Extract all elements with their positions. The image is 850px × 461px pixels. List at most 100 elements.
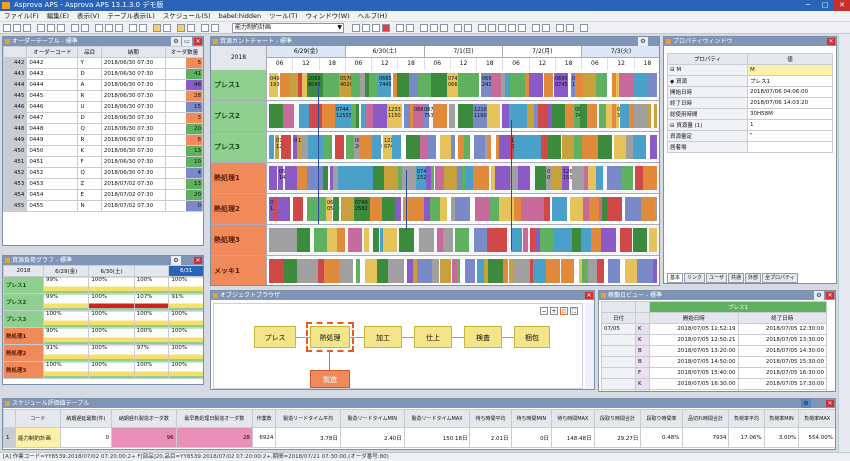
node-finishing[interactable]: 仕上 <box>414 326 452 348</box>
table-row[interactable]: K2018/07/05 17:00:002018/07/05 18:30:00 <box>601 389 827 391</box>
table-row[interactable]: 455 0455 N 2018/07/02 07:30 0 <box>3 200 203 212</box>
operation-bar[interactable] <box>372 135 381 159</box>
load-cell[interactable]: 100% <box>88 327 135 345</box>
kpi-cell[interactable]: 7934 <box>681 427 730 448</box>
gantt-timescale[interactable]: 6/29(金) 6/30(土) 7/1(日) 7/2(月) 7/3(火) 06 12 18 06… <box>267 46 659 70</box>
operation-bar[interactable] <box>535 166 546 190</box>
kpi-cell[interactable]: 148.48日 <box>551 427 595 448</box>
zoom-out-icon[interactable]: − <box>540 307 548 315</box>
menu-view[interactable]: 表示(V) <box>77 11 100 21</box>
operation-bar[interactable] <box>402 166 416 190</box>
gantt-row[interactable]: 熱処理20745 12100655 05400749 2582 <box>211 194 659 225</box>
kpi-cell[interactable]: 17.06% <box>728 427 765 448</box>
operation-bar[interactable] <box>466 73 479 97</box>
due-date-cell[interactable]: 2018/07/02 07:30 <box>100 178 166 190</box>
property-value[interactable] <box>747 141 833 153</box>
menu-table-view[interactable]: テーブル表示(L) <box>108 11 155 21</box>
due-date-cell[interactable]: 2018/06/30 07:30 <box>100 57 166 69</box>
table-row[interactable]: 452 0452 Q 2018/06/30 07:30 4 <box>3 167 203 179</box>
qty-cell[interactable]: 0 <box>164 200 203 212</box>
table-row[interactable]: 449 0449 R 2018/06/30 07:30 8 <box>3 134 203 146</box>
operation-bar[interactable] <box>588 166 596 190</box>
load-row[interactable]: プレス1 99% 100% 100% 100% <box>3 276 203 294</box>
order-code-cell[interactable]: 0445 <box>26 90 79 102</box>
kpi-cell[interactable]: 96 <box>111 427 177 448</box>
operation-bar[interactable] <box>269 104 283 128</box>
gantt-row[interactable]: プレス30745 1245074511650820 2056 05431215 … <box>211 132 659 163</box>
operation-bar[interactable] <box>495 166 510 190</box>
help-icon[interactable] <box>580 24 588 32</box>
operation-bar[interactable] <box>290 73 298 97</box>
filter-icon[interactable] <box>187 24 195 32</box>
operation-bar[interactable] <box>356 104 359 128</box>
operation-bar[interactable] <box>598 135 612 159</box>
node-packing[interactable]: 梱包 <box>514 326 550 348</box>
operation-bar[interactable] <box>432 259 439 283</box>
operation-bar[interactable] <box>552 104 565 128</box>
operation-bar[interactable] <box>338 166 345 190</box>
operation-bar[interactable] <box>373 166 384 190</box>
due-date-cell[interactable]: 2018/06/30 07:30 <box>100 134 166 146</box>
property-row[interactable]: ⊟ MM <box>667 64 833 76</box>
workday-start[interactable]: 2018/07/05 12:50:21 <box>649 334 739 346</box>
operation-bar[interactable] <box>341 197 354 221</box>
load-cell[interactable]: 97% <box>133 344 170 362</box>
operation-bar[interactable] <box>346 135 354 159</box>
operation-bar[interactable] <box>474 135 485 159</box>
zoom-in-icon[interactable] <box>129 24 137 32</box>
arrow-icon[interactable] <box>352 24 360 32</box>
operation-bar[interactable] <box>514 197 521 221</box>
operation-bar[interactable] <box>543 228 553 252</box>
due-date-cell[interactable]: 2018/06/30 07:30 <box>100 167 166 179</box>
gantt-date-header[interactable]: 6/30(土) <box>345 46 425 58</box>
qty-cell[interactable]: 28 <box>164 90 203 102</box>
operation-bar[interactable] <box>457 259 460 283</box>
operation-bar[interactable] <box>458 104 473 128</box>
table-row[interactable]: 445 0445 R 2018/06/30 07:30 28 <box>3 90 203 102</box>
workday-end[interactable]: 2018/07/05 12:30:00 <box>737 323 827 335</box>
operation-bar[interactable] <box>356 259 360 283</box>
operation-bar[interactable] <box>473 166 489 190</box>
operation-bar[interactable] <box>399 228 414 252</box>
move-icon[interactable] <box>372 24 380 32</box>
restore-icon[interactable]: ▭ <box>182 37 192 46</box>
workday-end[interactable]: 2018/07/05 18:30:00 <box>737 389 827 391</box>
kpi-cell[interactable]: 3.00% <box>763 427 800 448</box>
qty-cell[interactable]: 8 <box>164 134 203 146</box>
operation-bar[interactable] <box>351 73 360 97</box>
link-icon[interactable] <box>362 24 370 32</box>
gantt-row[interactable]: プレス1 0495 1930 2065 8045 0576 4020 0665 7445… <box>211 70 659 101</box>
operation-bar[interactable] <box>406 135 420 159</box>
operation-bar[interactable] <box>622 166 633 190</box>
due-date-cell[interactable]: 2018/06/30 07:30 <box>100 90 166 102</box>
table-row[interactable]: 448 0448 Q 2018/06/30 07:30 20 <box>3 123 203 135</box>
order-code-cell[interactable]: 0455 <box>26 200 79 212</box>
property-value[interactable]: 2018/07/06 04:06:00 <box>747 86 833 98</box>
close-icon[interactable]: ✕ <box>826 292 834 299</box>
operation-bar[interactable] <box>601 228 616 252</box>
operation-bar[interactable] <box>574 135 582 159</box>
column-header[interactable]: オーダーコード <box>26 46 79 58</box>
operation-bar[interactable] <box>350 259 353 283</box>
first-icon[interactable] <box>488 24 496 32</box>
operation-bar[interactable] <box>377 259 388 283</box>
workday-code[interactable]: K <box>635 334 650 346</box>
operation-bar[interactable] <box>365 259 377 283</box>
gear-icon[interactable]: ⚙ <box>638 37 648 46</box>
operation-bar[interactable] <box>430 197 440 221</box>
operation-bar[interactable] <box>418 73 427 97</box>
operation-bar[interactable] <box>419 228 434 252</box>
workday-code[interactable]: B <box>635 345 650 357</box>
operation-bar[interactable] <box>280 73 290 97</box>
item-cell[interactable]: R <box>77 90 102 102</box>
operation-bar[interactable] <box>388 259 404 283</box>
column-header[interactable] <box>3 46 28 58</box>
operation-bar[interactable] <box>487 228 501 252</box>
workday-code[interactable]: K <box>635 378 650 390</box>
operation-bar[interactable] <box>297 228 310 252</box>
property-value[interactable]: " <box>747 130 833 142</box>
operation-bar[interactable] <box>487 104 500 128</box>
column-header[interactable]: 品目 <box>77 46 102 58</box>
workday-start[interactable]: 2018/07/05 14:50:00 <box>649 356 739 368</box>
reschedule-icon[interactable] <box>163 24 171 32</box>
